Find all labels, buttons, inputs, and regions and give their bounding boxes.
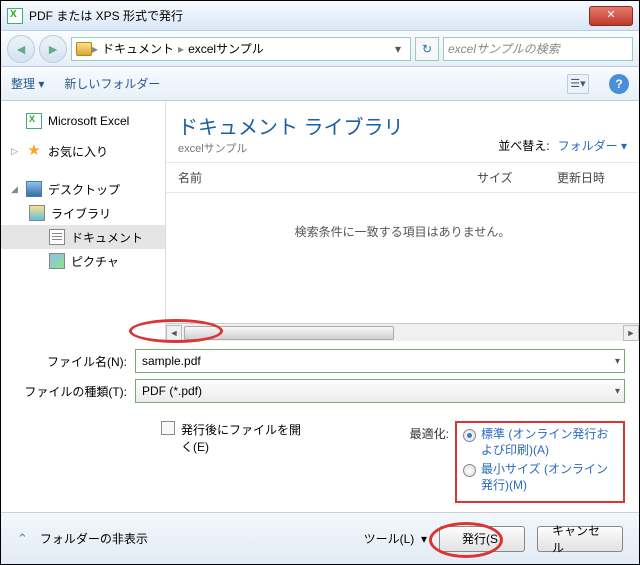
dropdown-icon[interactable]: ▾: [615, 356, 620, 367]
navbar: ◄ ► ▸ ドキュメント ▸ excelサンプル ▾ ↻ excelサンプルの検…: [1, 31, 639, 67]
col-name[interactable]: 名前: [178, 169, 477, 186]
radio-standard[interactable]: [463, 429, 476, 442]
scroll-thumb[interactable]: [184, 326, 394, 340]
refresh-button[interactable]: ↻: [415, 37, 439, 61]
expand-icon[interactable]: ⌃: [17, 531, 28, 547]
sidebar-item-desktop[interactable]: ◢デスクトップ: [1, 177, 165, 201]
sidebar-item-excel[interactable]: Microsoft Excel: [1, 109, 165, 133]
back-button[interactable]: ◄: [7, 35, 35, 63]
radio-standard-label: 標準 (オンライン発行および印刷)(A): [481, 427, 617, 458]
col-size[interactable]: サイズ: [477, 169, 557, 186]
column-header[interactable]: 名前 サイズ 更新日時: [166, 163, 639, 193]
organize-button[interactable]: 整理 ▾: [11, 75, 44, 92]
picture-icon: [49, 253, 65, 269]
search-placeholder: excelサンプルの検索: [448, 40, 560, 57]
publish-button[interactable]: 発行(S): [439, 526, 525, 552]
breadcrumb-seg-2[interactable]: excelサンプル: [184, 40, 268, 57]
sidebar: Microsoft Excel ▷★お気に入り ◢デスクトップ ライブラリ ドキ…: [1, 101, 166, 341]
filetype-dropdown[interactable]: PDF (*.pdf) ▾: [135, 379, 625, 403]
filename-input[interactable]: sample.pdf ▾: [135, 349, 625, 373]
tools-dropdown[interactable]: ツール(L) ▾: [364, 530, 427, 547]
horizontal-scrollbar[interactable]: ◄ ►: [166, 323, 639, 341]
filename-label: ファイル名(N):: [15, 353, 127, 370]
excel-icon: [26, 113, 42, 129]
hide-folders-link[interactable]: フォルダーの非表示: [40, 530, 148, 547]
star-icon: ★: [26, 143, 42, 159]
cancel-button[interactable]: キャンセル: [537, 526, 623, 552]
sidebar-item-documents[interactable]: ドキュメント: [1, 225, 165, 249]
desktop-icon: [26, 181, 42, 197]
file-list-area: ドキュメント ライブラリ excelサンプル 並べ替え: フォルダー ▾ 名前 …: [166, 101, 639, 341]
empty-message: 検索条件に一致する項目はありません。: [166, 193, 639, 270]
optimize-label: 最適化:: [410, 425, 449, 503]
sort-dropdown[interactable]: フォルダー ▾: [558, 137, 627, 154]
close-button[interactable]: [589, 6, 633, 26]
col-updated[interactable]: 更新日時: [557, 169, 627, 186]
scroll-right-icon[interactable]: ►: [623, 325, 639, 341]
sort-label: 並べ替え:: [498, 137, 549, 154]
address-bar[interactable]: ▸ ドキュメント ▸ excelサンプル ▾: [71, 37, 411, 61]
folder-icon: [76, 42, 92, 56]
forward-button[interactable]: ►: [39, 35, 67, 63]
dropdown-icon[interactable]: ▾: [615, 386, 620, 397]
library-title: ドキュメント ライブラリ: [178, 111, 404, 140]
help-button[interactable]: ?: [609, 74, 629, 94]
optimize-radio-group: 標準 (オンライン発行および印刷)(A) 最小サイズ (オンライン発行)(M): [455, 421, 625, 503]
titlebar: PDF または XPS 形式で発行: [1, 1, 639, 31]
window-title: PDF または XPS 形式で発行: [29, 7, 589, 24]
search-input[interactable]: excelサンプルの検索: [443, 37, 633, 61]
library-subtitle: excelサンプル: [178, 140, 404, 156]
sidebar-item-library[interactable]: ライブラリ: [1, 201, 165, 225]
bottom-bar: ⌃ フォルダーの非表示 ツール(L) ▾ 発行(S) キャンセル: [1, 512, 639, 564]
sidebar-item-pictures[interactable]: ピクチャ: [1, 249, 165, 273]
sidebar-item-favorites[interactable]: ▷★お気に入り: [1, 139, 165, 163]
radio-minimum[interactable]: [463, 464, 476, 477]
library-icon: [29, 205, 45, 221]
open-after-label: 発行後にファイルを開く(E): [181, 421, 301, 455]
document-icon: [49, 229, 65, 245]
breadcrumb-seg-1[interactable]: ドキュメント: [98, 40, 178, 57]
toolbar: 整理 ▾ 新しいフォルダー ☰▾ ?: [1, 67, 639, 101]
excel-icon: [7, 8, 23, 24]
radio-minimum-label: 最小サイズ (オンライン発行)(M): [481, 462, 617, 493]
breadcrumb-dropdown-icon[interactable]: ▾: [390, 42, 406, 56]
filetype-label: ファイルの種類(T):: [15, 383, 127, 400]
new-folder-button[interactable]: 新しいフォルダー: [64, 75, 160, 92]
open-after-checkbox[interactable]: [161, 421, 175, 435]
view-button[interactable]: ☰▾: [567, 74, 589, 94]
scroll-left-icon[interactable]: ◄: [166, 325, 182, 341]
